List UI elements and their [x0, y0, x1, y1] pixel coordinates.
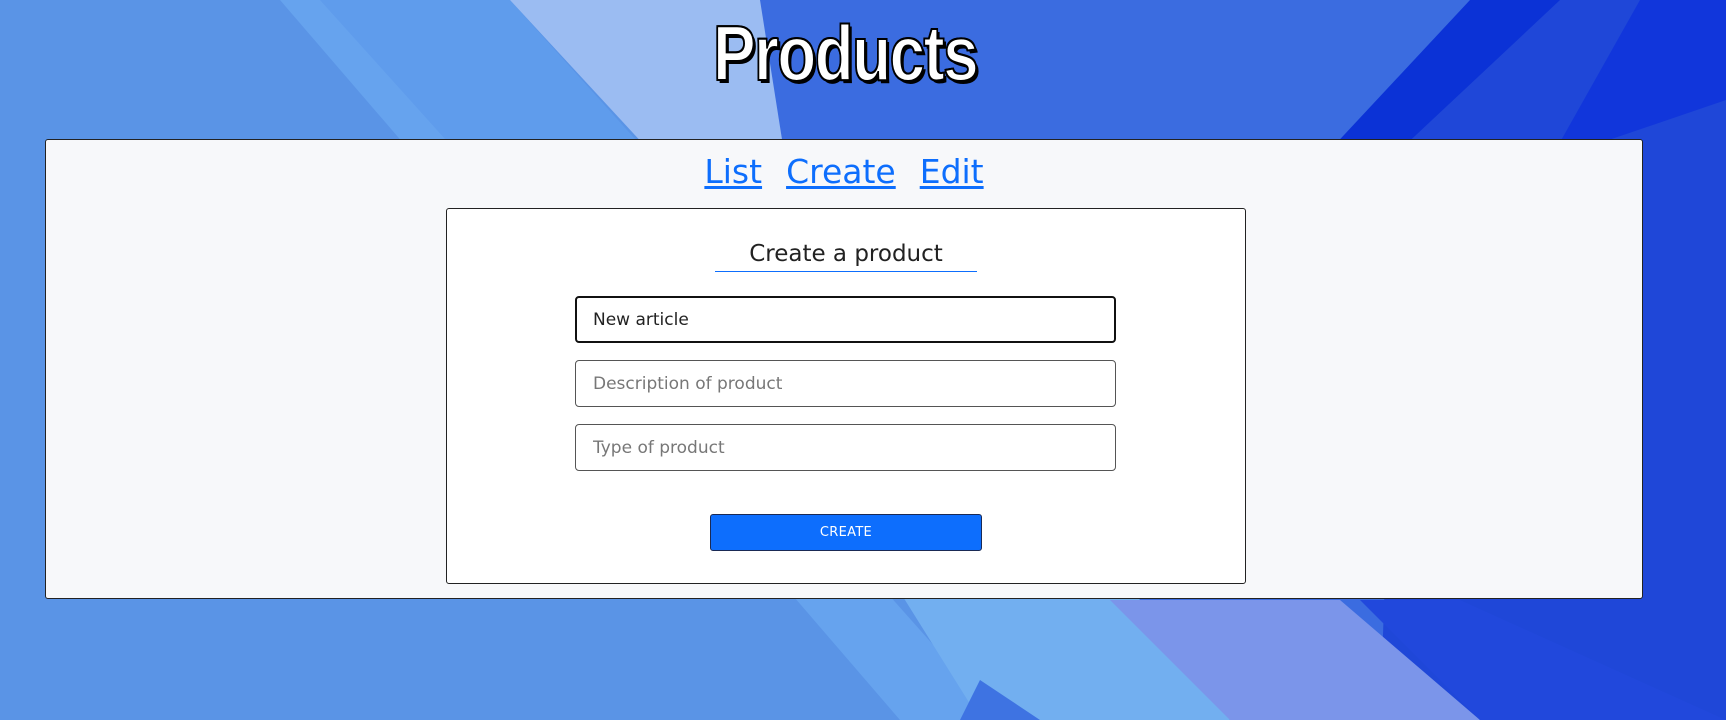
main-panel: List Create Edit Create a product CREATE	[45, 139, 1643, 599]
nav-link-create[interactable]: Create	[786, 152, 896, 191]
create-button[interactable]: CREATE	[710, 514, 982, 551]
top-nav: List Create Edit	[46, 140, 1642, 202]
page-title: Products	[712, 9, 979, 97]
product-description-input[interactable]	[575, 360, 1116, 407]
nav-link-edit[interactable]: Edit	[920, 152, 984, 191]
nav-link-list[interactable]: List	[704, 152, 762, 191]
product-name-input[interactable]	[575, 296, 1116, 343]
create-product-card: Create a product CREATE	[446, 208, 1246, 584]
form-heading: Create a product	[715, 239, 977, 272]
product-type-input[interactable]	[575, 424, 1116, 471]
